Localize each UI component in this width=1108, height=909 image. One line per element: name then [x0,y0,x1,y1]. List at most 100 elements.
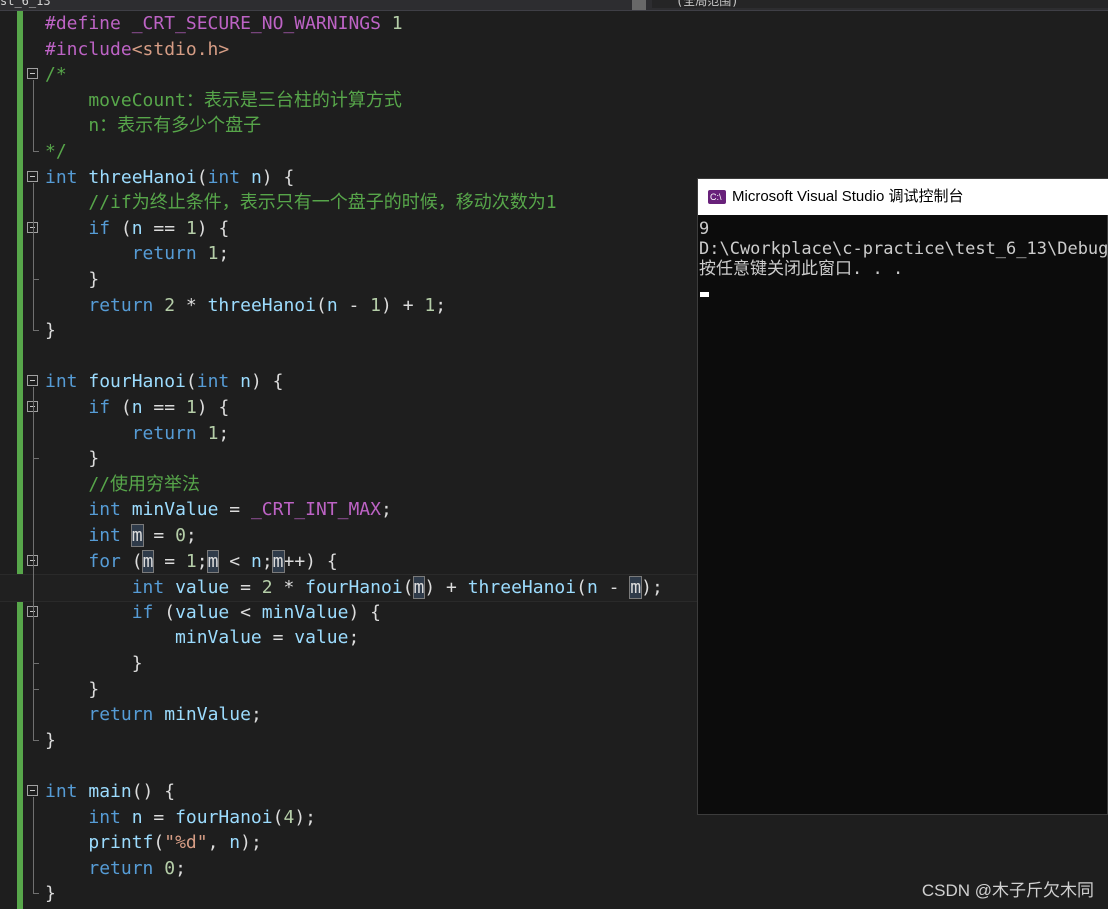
console-cursor [700,292,709,297]
code-token: m [141,549,155,573]
code-token: ( [153,832,165,854]
code-line[interactable]: n：表示有多少个盘子 [0,113,1108,139]
code-token: n [131,397,143,418]
outline-guide-end [33,688,39,690]
outline-guide-end [33,739,39,741]
code-text: moveCount：表示是三台柱的计算方式 [45,88,402,114]
code-token: ( [272,806,284,828]
code-token: 1 [207,422,219,444]
code-token: == [142,397,186,418]
code-token: ) { [261,166,295,188]
code-token: if [88,217,111,239]
code-token: m [206,549,220,573]
outline-guide [33,617,34,663]
code-token: ) + [381,294,425,316]
debug-console-window[interactable]: Microsoft Visual Studio 调试控制台 9 D:\Cwork… [697,178,1108,815]
code-token: return [88,857,154,879]
fold-toggle-icon[interactable] [27,375,38,387]
code-text: int minValue = _CRT_INT_MAX; [45,497,391,523]
outline-guide [33,413,34,459]
console-title: Microsoft Visual Studio 调试控制台 [732,188,964,205]
code-line[interactable]: moveCount：表示是三台柱的计算方式 [0,88,1108,114]
code-token: ( [576,577,587,599]
code-token: ; [185,525,197,546]
fold-toggle-icon[interactable] [27,68,38,80]
console-app-icon [708,190,726,204]
fold-toggle-icon[interactable] [27,785,38,796]
outline-guide-end [33,893,39,895]
fold-toggle-icon[interactable] [27,170,38,182]
code-text: } [45,728,56,754]
code-token: 1 [391,13,403,34]
code-token: ( [185,371,197,393]
code-token: 0 [175,525,186,546]
code-text: } [45,651,143,677]
code-token: 2 [261,577,273,599]
code-token: _CRT_INT_MAX [250,499,381,521]
code-token: } [45,448,100,470]
code-token: return [88,704,154,726]
code-line[interactable]: printf("%d", n); [0,830,1108,856]
code-token: ; [218,422,230,444]
code-text: return 1; [45,241,230,267]
code-text: return 1; [45,421,230,447]
code-token: () { [131,781,176,802]
code-token: n [131,217,143,239]
code-text: if (n == 1) { [45,395,229,421]
code-token: value [294,627,349,649]
code-token: int [45,166,78,188]
code-token: */ [45,141,67,162]
code-token: int [207,166,241,188]
code-token: ; [250,704,262,726]
code-token: "%d" [164,832,208,854]
code-token: ); [240,832,262,854]
code-text: int fourHanoi(int n) { [45,369,283,395]
code-token: = [153,550,186,572]
code-text: if (n == 1) { [45,216,229,242]
watermark: CSDN @木子斤欠木同 [921,881,1094,900]
code-token: ) { [348,601,381,623]
code-token: n [250,166,262,188]
code-line[interactable]: /* [0,62,1108,88]
code-token: return [88,294,154,316]
code-token: * [272,577,306,599]
file-tab[interactable]: st_6_13 [0,0,640,8]
code-token: ; [218,243,230,265]
code-token: int [196,371,230,393]
code-line[interactable]: #include<stdio.h> [0,37,1108,63]
scope-dropdown[interactable]: (全局范围) [652,0,1108,8]
code-text: } [45,677,99,703]
code-token: printf [88,832,154,854]
console-title-bar[interactable]: Microsoft Visual Studio 调试控制台 [698,179,1108,215]
outline-guide-end [33,330,39,332]
code-token: m [629,576,643,600]
code-token: return [131,243,197,265]
code-token: } [45,269,100,290]
code-token: = [261,627,295,649]
code-line[interactable]: */ [0,139,1108,165]
tab-scrollbar[interactable] [632,0,646,10]
code-token: 1 [207,243,219,265]
code-token: if [131,601,154,623]
outline-guide-end [33,151,39,152]
code-token: minValue [175,627,262,649]
code-token: * [175,294,208,316]
outline-guide-end [33,663,39,664]
code-text: //if为终止条件，表示只有一个盘子的时候，移动次数为1 [45,190,556,216]
code-token: ( [110,217,132,239]
code-token: ( [110,397,132,418]
code-token: = [142,806,176,828]
code-line[interactable]: #define _CRT_SECURE_NO_WARNINGS 1 [0,11,1108,37]
code-token: = [218,499,251,521]
code-text: return 0; [45,856,186,882]
code-token: , [207,832,230,854]
